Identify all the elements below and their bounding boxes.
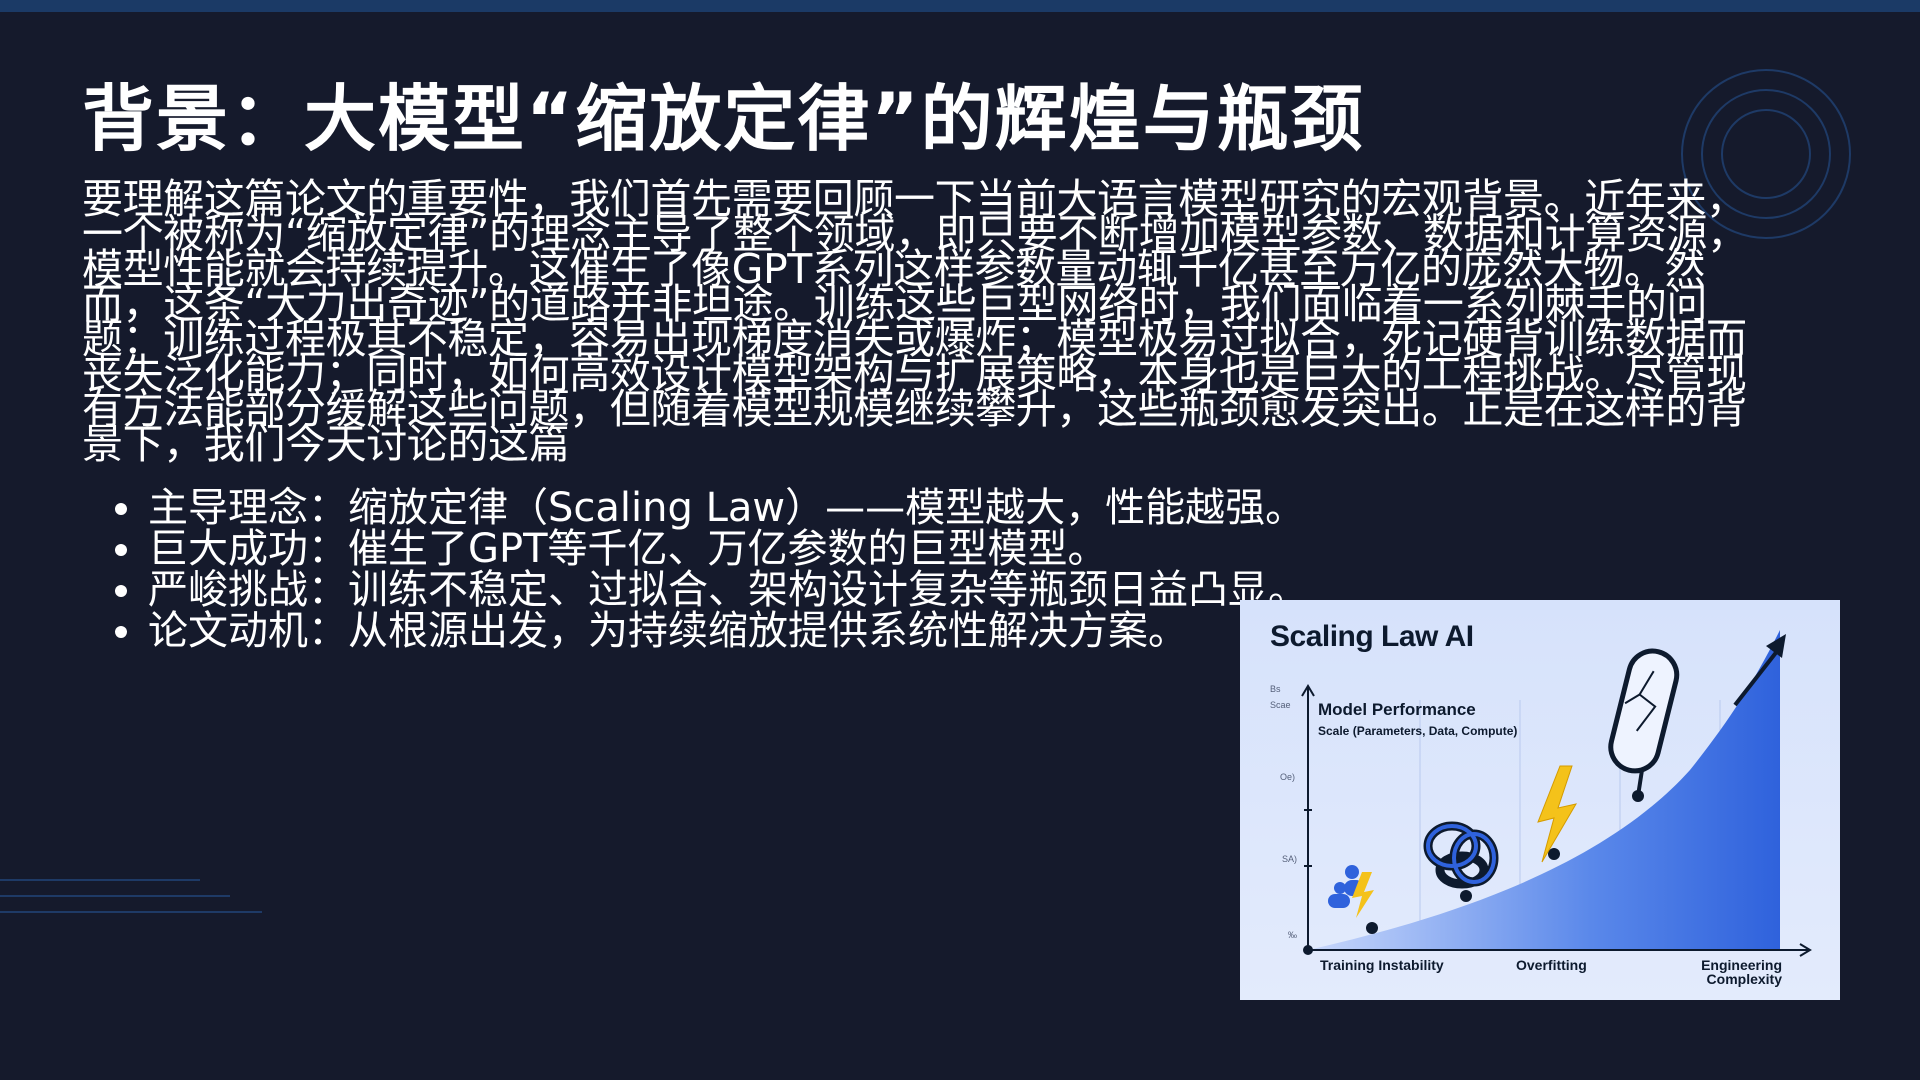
- background-paragraph: 要理解这篇论文的重要性，我们首先需要回顾一下当前大语言模型研究的宏观背景。近年来…: [82, 175, 1748, 468]
- key-points-list: 主导理念：缩放定律（Scaling Law）——模型越大，性能越强。 巨大成功：…: [110, 488, 1308, 652]
- scaling-curve-area: [1308, 630, 1780, 950]
- x-category-label: Training Instability: [1320, 957, 1444, 973]
- figure-title: Scaling Law AI: [1270, 620, 1474, 653]
- y-tick-label: ‰: [1288, 930, 1297, 940]
- lightning-icon: [1352, 872, 1374, 918]
- x-category-label: Overfitting: [1516, 957, 1587, 973]
- y-axis-label: Model Performance: [1318, 700, 1476, 719]
- y-tick-label: Scae: [1270, 700, 1291, 710]
- bullet-item: 巨大成功：催生了GPT等千亿、万亿参数的巨型模型。: [110, 529, 1260, 570]
- illustration-graphics: [1301, 630, 1812, 957]
- bullet-item: 论文动机：从根源出发，为持续缩放提供系统性解决方案。: [110, 611, 1260, 652]
- cracked-mirror-icon: [1608, 648, 1680, 797]
- scaling-law-illustration: Scaling Law AI Model Performance Scale (…: [1240, 600, 1840, 1000]
- slide-title: 背景：大模型“缩放定律”的辉煌与瓶颈: [82, 77, 1365, 161]
- bullet-item: 主导理念：缩放定律（Scaling Law）——模型越大，性能越强。: [110, 488, 1305, 529]
- y-axis-sublabel: Scale (Parameters, Data, Compute): [1318, 724, 1518, 738]
- bullet-item: 严峻挑战：训练不稳定、过拟合、架构设计复杂等瓶颈日益凸显。: [110, 570, 1308, 611]
- top-accent-bar: [0, 0, 1920, 12]
- y-tick-label: SA): [1282, 854, 1298, 864]
- line-decoration: [0, 879, 262, 913]
- y-tick-label: Oe): [1280, 772, 1296, 782]
- y-tick-label: Bs: [1270, 684, 1281, 694]
- x-category-label: Engineering Complexity: [1701, 957, 1782, 987]
- lightning-icon: [1537, 765, 1578, 863]
